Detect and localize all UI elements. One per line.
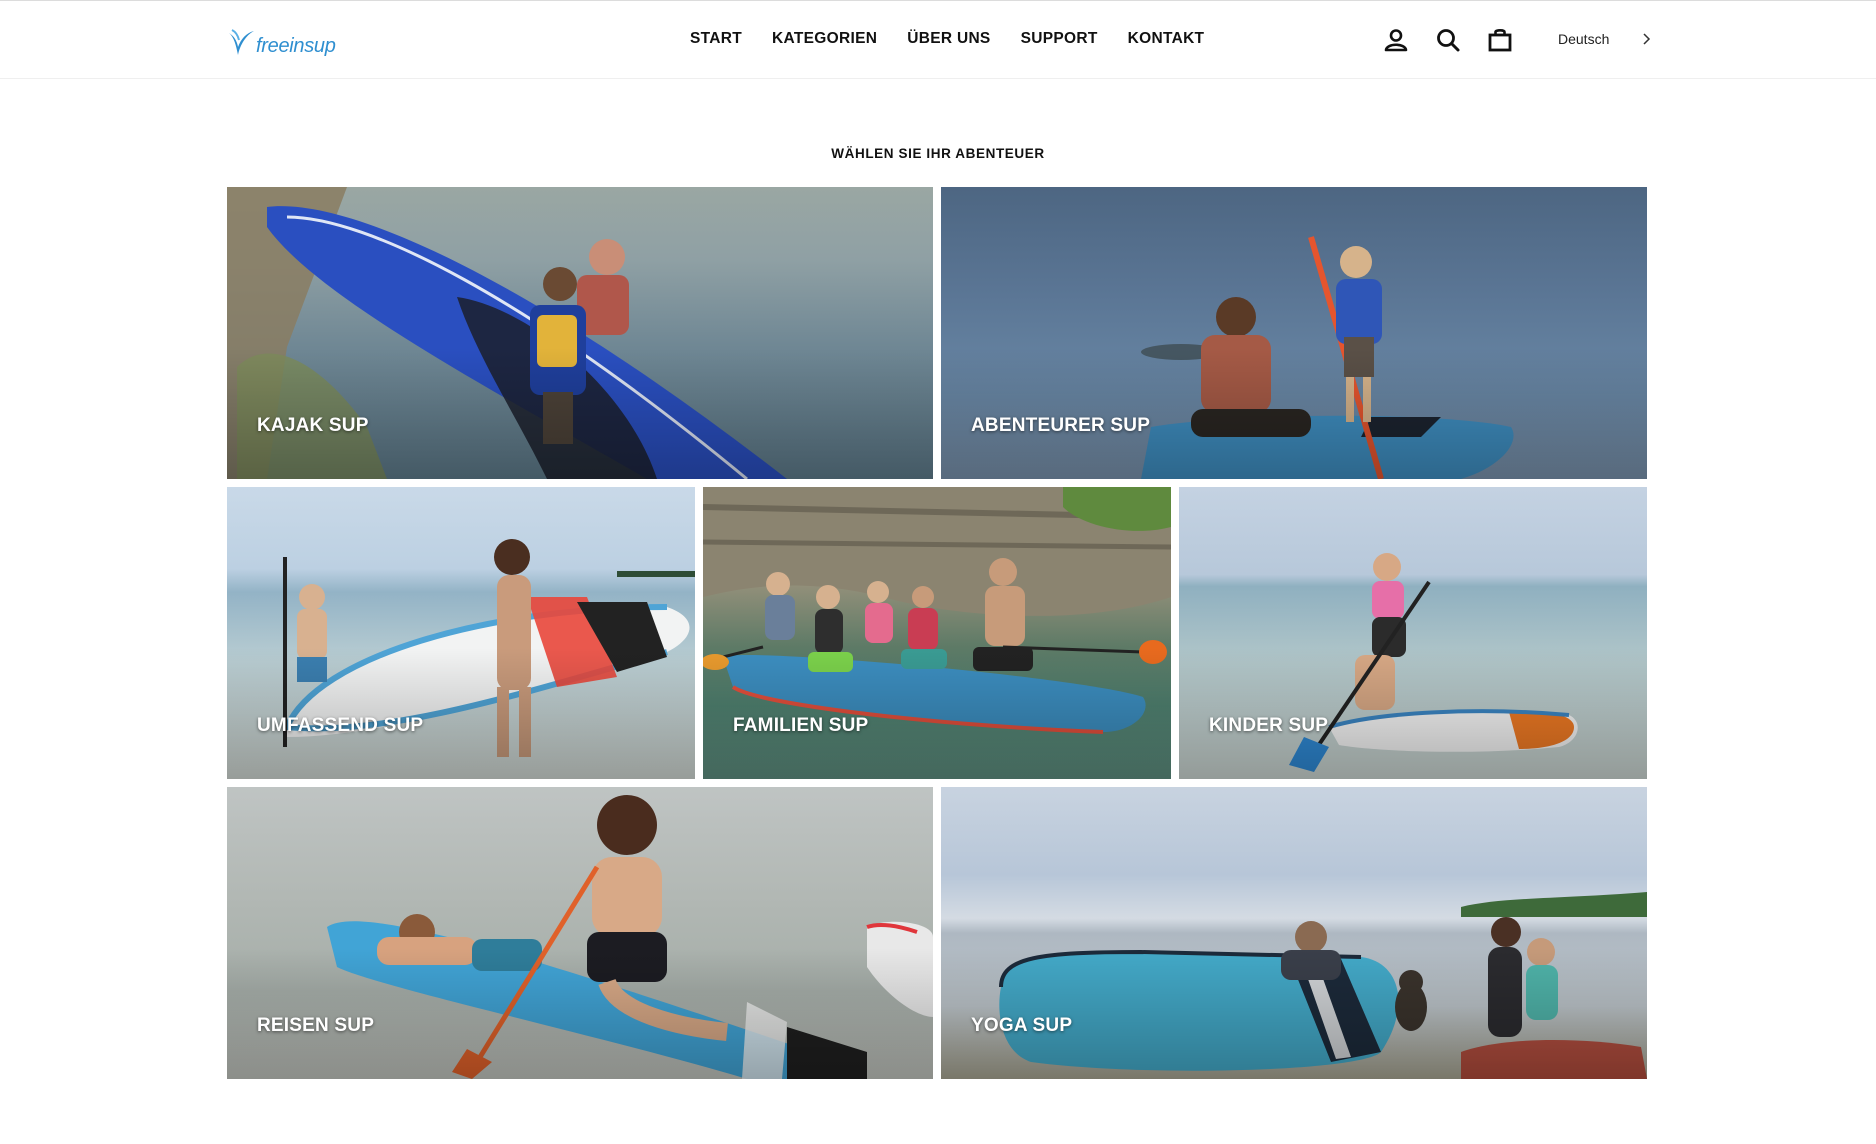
chevron-right-icon[interactable] [1640,30,1654,48]
search-button[interactable] [1433,25,1463,55]
tile-label: KAJAK SUP [257,415,369,436]
tile-label: FAMILIEN SUP [733,715,869,736]
logo-text: freeinsup [256,34,336,57]
cart-icon [1488,29,1512,52]
tile-label: YOGA SUP [971,1015,1073,1036]
account-icon [1384,29,1408,52]
nav-kategorien[interactable]: KATEGORIEN [772,28,877,50]
language-selector[interactable]: Deutsch [1558,31,1609,47]
tile-label: KINDER SUP [1209,715,1329,736]
cart-button[interactable] [1485,25,1515,55]
nav-kontakt[interactable]: KONTAKT [1128,28,1205,50]
main-nav: START KATEGORIEN ÜBER UNS SUPPORT KONTAK… [690,28,1234,50]
tile-kinder-sup[interactable]: KINDER SUP [1179,487,1647,779]
nav-ueber-uns[interactable]: ÜBER UNS [907,28,990,50]
tile-abenteurer-sup[interactable]: ABENTEURER SUP [941,187,1647,479]
tile-reisen-sup[interactable]: REISEN SUP [227,787,933,1079]
tile-yoga-sup[interactable]: YOGA SUP [941,787,1647,1079]
tile-familien-sup[interactable]: FAMILIEN SUP [703,487,1171,779]
tile-umfassend-sup[interactable]: UMFASSEND SUP [227,487,695,779]
search-icon [1437,29,1460,52]
tile-label: ABENTEURER SUP [971,415,1151,436]
account-button[interactable] [1381,25,1411,55]
nav-start[interactable]: START [690,28,742,50]
section-title: WÄHLEN SIE IHR ABENTEUER [831,146,1045,161]
wave-logo-icon [229,29,254,55]
logo-link[interactable]: freeinsup [226,23,352,63]
nav-support[interactable]: SUPPORT [1021,28,1098,50]
tile-label: REISEN SUP [257,1015,375,1036]
tile-label: UMFASSEND SUP [257,715,424,736]
tile-kajak-sup[interactable]: KAJAK SUP [227,187,933,479]
site-header: freeinsup START KATEGORIEN ÜBER UNS SUPP… [0,1,1876,79]
